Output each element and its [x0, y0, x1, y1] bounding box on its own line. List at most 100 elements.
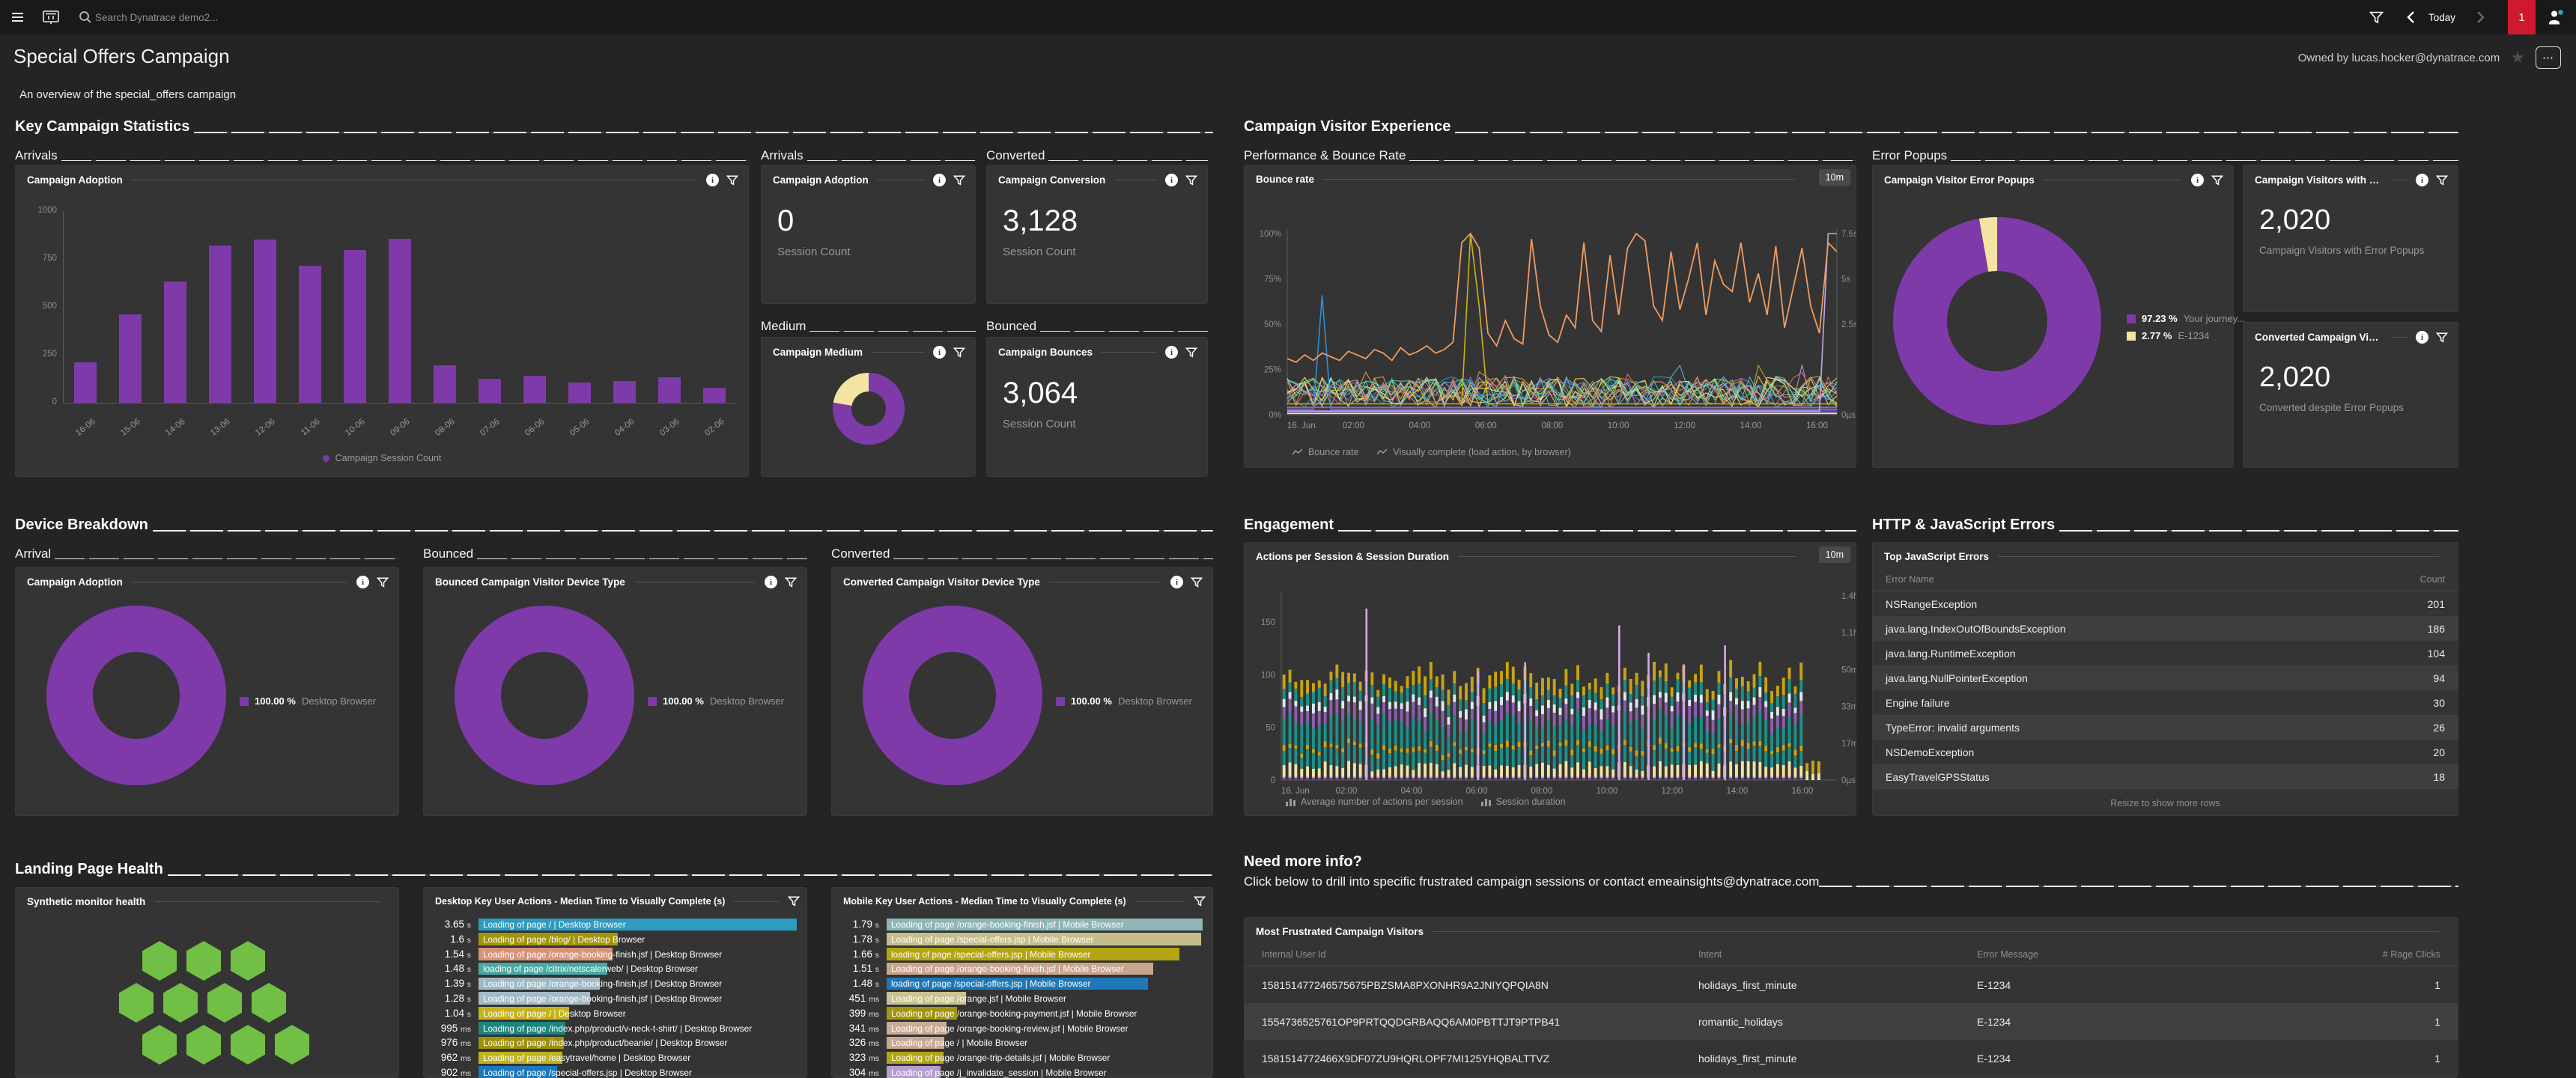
donut-legend[interactable]: 100.00 % Desktop Browser — [1056, 695, 1192, 707]
tile-engagement-chart[interactable]: Actions per Session & Session Duration 1… — [1244, 542, 1856, 816]
action-row[interactable]: 1.54 s Loading of page /orange-booking-fi… — [429, 947, 801, 962]
donut-legend[interactable]: 100.00 % Desktop Browser — [240, 695, 376, 707]
filter-icon[interactable] — [2436, 332, 2448, 343]
tile-device-arrival[interactable]: Campaign Adoption i 100.00 % Desktop Browse… — [15, 567, 399, 816]
info-icon[interactable]: i — [2416, 174, 2428, 186]
tile-frustrated-visitors[interactable]: Most Frustrated Campaign Visitors Intern… — [1244, 917, 2458, 1078]
action-row[interactable]: 1.39 s Loading of page /orange-booking-fi… — [429, 976, 801, 991]
action-row[interactable]: 1.48 s loading of page /special-offers.js… — [837, 976, 1207, 991]
donut-legend[interactable]: 100.00 % Desktop Browser — [648, 695, 784, 707]
monitor-hexagon[interactable] — [142, 1025, 177, 1065]
tile-visitors-with-errors-kpi[interactable]: Campaign Visitors with Error Popups i 2,… — [2243, 165, 2458, 312]
table-row[interactable]: java.lang.RuntimeException 104 — [1872, 641, 2458, 666]
tile-desktop-actions[interactable]: Desktop Key User Actions - Median Time t… — [423, 887, 807, 1078]
action-row[interactable]: 1.28 s Loading of page /orange-booking-fi… — [429, 991, 801, 1006]
tile-top-js-errors[interactable]: Top JavaScript Errors Error Name Count NS… — [1872, 542, 2458, 816]
chevron-right-icon[interactable] — [2476, 10, 2485, 24]
action-row[interactable]: 304 ms Loading of page /j_invalidate_sess… — [837, 1065, 1207, 1078]
action-row[interactable]: 399 ms Loading of page /orange-booking-pa… — [837, 1006, 1207, 1021]
info-icon[interactable]: i — [1170, 576, 1183, 588]
info-icon[interactable]: i — [933, 174, 946, 186]
monitor-hexagon[interactable] — [186, 941, 221, 981]
tile-converted-kpi[interactable]: Campaign Conversion i 3,128 Session Coun… — [986, 165, 1208, 304]
filter-icon[interactable] — [1194, 896, 1206, 907]
filter-icon[interactable] — [953, 174, 965, 186]
action-row[interactable]: 451 ms Loading of page /orange.jsf | Mobi… — [837, 991, 1207, 1006]
action-row[interactable]: 1.78 s Loading of page /special-offers.js… — [837, 932, 1207, 947]
chart-legend[interactable]: Average number of actions per session Ses… — [1286, 797, 1566, 807]
tile-device-converted[interactable]: Converted Campaign Visitor Device Type i 1… — [831, 567, 1213, 816]
filter-icon[interactable] — [1185, 347, 1197, 358]
monitor-hexagon[interactable] — [231, 1025, 265, 1065]
dashboard-board-icon[interactable] — [43, 10, 59, 24]
action-row[interactable]: 976 ms Loading of page /index.php/product… — [429, 1035, 801, 1050]
table-row[interactable]: java.lang.NullPointerException 94 — [1872, 666, 2458, 690]
action-row[interactable]: 1.79 s Loading of page /orange-booking-fi… — [837, 917, 1207, 932]
filter-icon[interactable] — [785, 576, 797, 588]
table-row[interactable]: java.lang.IndexOutOfBoundsException 186 — [1872, 616, 2458, 641]
filter-icon[interactable] — [1191, 576, 1203, 588]
donut-legend[interactable]: 97.23 % Your journey... 2.77 % E-1234 — [2127, 313, 2245, 347]
chart-legend[interactable]: Campaign Session Count — [15, 453, 749, 463]
table-row[interactable]: NSDemoException 20 — [1872, 740, 2458, 764]
tile-campaign-adoption-chart[interactable]: Campaign Adoption i 1000 750 500 250 0 16-06 1… — [15, 165, 749, 477]
monitor-hexagon[interactable] — [207, 983, 242, 1023]
tile-bounce-rate-chart[interactable]: Bounce rate 10m 100% 75% 50% 25% 0% 7.5s 5s 2.5… — [1244, 165, 1856, 468]
info-icon[interactable]: i — [2191, 174, 2204, 186]
chevron-left-icon[interactable] — [2406, 10, 2415, 24]
table-row[interactable]: NSRangeException 201 — [1872, 591, 2458, 616]
tile-synthetic-health[interactable]: Synthetic monitor health — [15, 887, 399, 1078]
info-icon[interactable]: i — [1165, 346, 1178, 359]
timeframe-today[interactable]: Today — [2428, 12, 2455, 23]
action-row[interactable]: 3.65 s Loading of page / | Desktop Browse… — [429, 917, 801, 932]
more-button[interactable]: ⋯ — [2536, 46, 2561, 69]
tile-device-bounced[interactable]: Bounced Campaign Visitor Device Type i 100… — [423, 567, 807, 816]
problems-badge[interactable]: 1 — [2508, 0, 2536, 34]
table-row[interactable]: TypeError: invalid arguments 26 — [1872, 715, 2458, 740]
filter-icon[interactable] — [2436, 174, 2448, 186]
table-row[interactable]: Engine failure 30 — [1872, 690, 2458, 715]
tile-mobile-actions[interactable]: Mobile Key User Actions - Median Time to… — [831, 887, 1213, 1078]
search-field[interactable]: Search Dynatrace demo2... — [79, 10, 218, 24]
filter-icon[interactable] — [953, 347, 965, 358]
action-row[interactable]: 1.04 s Loading of page / | Desktop Browse… — [429, 1006, 801, 1021]
info-icon[interactable]: i — [765, 576, 777, 588]
action-row[interactable]: 323 ms Loading of page /orange-trip-detai… — [837, 1050, 1207, 1065]
monitor-hexagon[interactable] — [252, 983, 286, 1023]
action-row[interactable]: 1.51 s Loading of page /orange-booking-fi… — [837, 961, 1207, 976]
monitor-hexagon[interactable] — [119, 983, 154, 1023]
action-row[interactable]: 1.6 s Loading of page /blog/ | Desktop Br… — [429, 932, 801, 947]
action-row[interactable]: 341 ms Loading of page /orange-booking-re… — [837, 1021, 1207, 1036]
monitor-hexagon[interactable] — [142, 941, 177, 981]
filter-icon[interactable] — [1185, 174, 1197, 186]
tile-converted-with-errors-kpi[interactable]: Converted Campaign Visitors with Error .… — [2243, 322, 2458, 468]
action-row[interactable]: 326 ms Loading of page / | Mobile Browser — [837, 1035, 1207, 1050]
user-icon[interactable] — [2536, 0, 2576, 34]
filter-icon[interactable] — [377, 576, 389, 588]
filter-icon[interactable] — [2211, 174, 2223, 186]
info-icon[interactable]: i — [1165, 174, 1178, 186]
info-icon[interactable]: i — [933, 346, 946, 359]
favorite-star-icon[interactable]: ★ — [2510, 49, 2525, 66]
resize-hint[interactable]: Resize to show more rows — [1872, 798, 2458, 808]
table-row[interactable]: 1554736525761OP9PRTQQDGRBAQQ6AM0PBTTJT9P… — [1244, 1003, 2458, 1040]
action-row[interactable]: 902 ms Loading of page /special-offers.js… — [429, 1065, 801, 1078]
menu-icon[interactable] — [12, 13, 23, 22]
tile-bounced-kpi[interactable]: Campaign Bounces i 3,064 Session Count — [986, 337, 1208, 477]
info-icon[interactable]: i — [356, 576, 369, 588]
tile-arrivals-kpi[interactable]: Campaign Adoption i 0 Session Count — [761, 165, 976, 304]
table-row[interactable]: EasyTravelGPSStatus 18 — [1872, 764, 2458, 789]
action-row[interactable]: 995 ms Loading of page /index.php/product… — [429, 1021, 801, 1036]
monitor-hexagon[interactable] — [186, 1025, 221, 1065]
chart-legend[interactable]: Bounce rate Visually complete (load actio… — [1292, 447, 1571, 457]
action-row[interactable]: 1.48 s loading of page /citrix/netscalerw… — [429, 961, 801, 976]
action-row[interactable]: 1.66 s loading of page /special-offers.js… — [837, 947, 1207, 962]
action-row[interactable]: 962 ms Loading of page /easytravel/home |… — [429, 1050, 801, 1065]
filter-icon[interactable] — [2369, 11, 2384, 24]
tile-error-popups-donut[interactable]: Campaign Visitor Error Popups i 97.23 % Y… — [1872, 165, 2245, 468]
filter-icon[interactable] — [788, 896, 800, 907]
monitor-hexagon[interactable] — [275, 1025, 309, 1065]
monitor-hexagon[interactable] — [163, 983, 198, 1023]
monitor-hexagon[interactable] — [231, 941, 265, 981]
table-row[interactable]: 1581514772466X9DF07ZU9HQRLOPF7MI125YHQBA… — [1244, 1040, 2458, 1077]
